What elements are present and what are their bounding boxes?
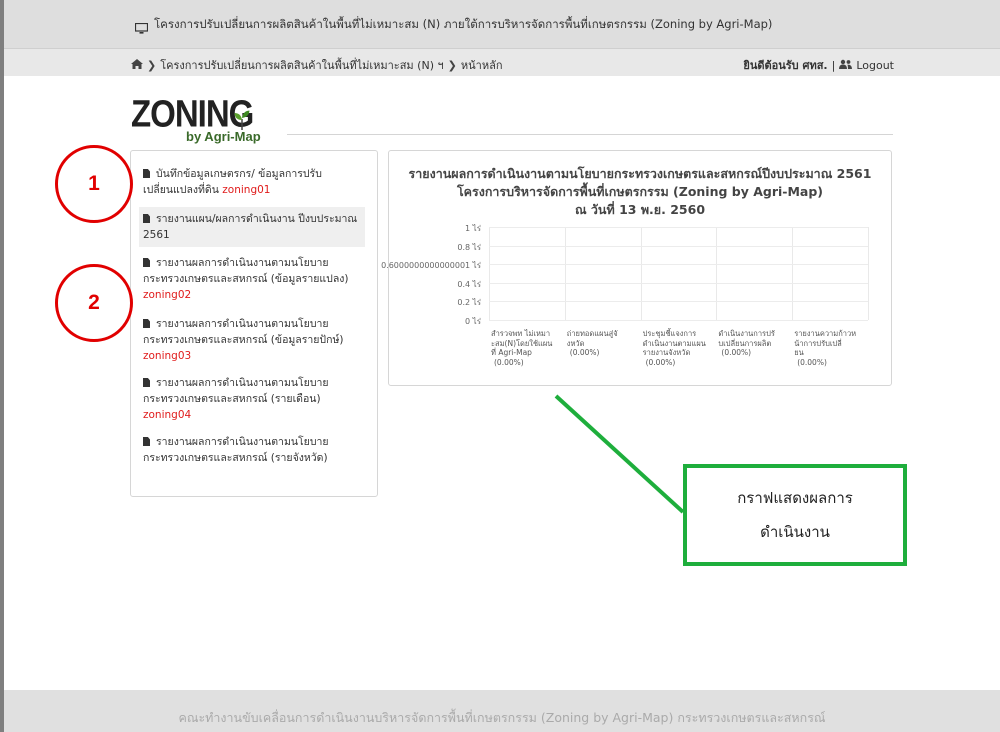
chart-callout-box: กราฟแสดงผลการ ดำเนินงาน <box>683 464 907 566</box>
users-icon <box>839 59 853 72</box>
callout-text-line-2: ดำเนินงาน <box>760 523 830 541</box>
chart-y-tick-label: 0.6000000000000001 ไร่ <box>381 261 481 271</box>
welcome-text: ยินดีต้อนรับ ศทส. <box>743 59 828 72</box>
breadcrumb-item-project[interactable]: โครงการปรับเปลี่ยนการผลิตสินค้าในพื้นที่… <box>160 56 443 74</box>
annotation-circle-2: 2 <box>55 264 133 342</box>
chart-grid-vertical <box>792 227 794 320</box>
chart-grid-vertical <box>868 227 869 320</box>
chart-grid-vertical <box>489 227 490 320</box>
sidebar-item-code: zoning03 <box>143 350 192 362</box>
top-header: โครงการปรับเปลี่ยนการผลิตสินค้าในพื้นที่… <box>4 0 1000 49</box>
nav-bar: ❯ โครงการปรับเปลี่ยนการผลิตสินค้าในพื้นท… <box>4 49 1000 76</box>
sidebar-item-label: รายงานผลการดำเนินงานตามนโยบายกระทรวงเกษต… <box>143 436 329 464</box>
chart-x-category-label: ประชุมชี้แจงการ ดำเนินงานตามแผน รายงานจังห… <box>642 329 706 367</box>
chart-grid-horizontal <box>489 301 868 303</box>
document-icon <box>143 258 150 267</box>
chart-y-tick-label: 0 ไร่ <box>465 317 481 326</box>
chart-panel: รายงานผลการดำเนินงานตามนโยบายกระทรวงเกษต… <box>381 150 892 386</box>
chart-title-line-3: ณ วันที่ 13 พ.ย. 2560 <box>574 202 706 217</box>
sidebar-menu: บันทึกข้อมูลเกษตรกร/ ข้อมูลการปรับเปลี่ย… <box>130 150 378 497</box>
document-icon <box>143 437 150 446</box>
monitor-icon <box>134 19 149 38</box>
chart-x-category-label: ถ่ายทอดแผนสู่จั งหวัด (0.00%) <box>566 329 618 357</box>
sidebar-item-code: zoning01 <box>222 184 271 196</box>
chart-y-tick-label: 1 ไร่ <box>465 224 481 233</box>
home-icon[interactable] <box>131 58 143 72</box>
chart-x-category-label: ดำเนินงานการปรั บเปลี่ยนการผลิต (0.00%) <box>718 329 775 357</box>
chevron-right-icon: ❯ <box>447 58 457 72</box>
document-icon <box>143 169 150 178</box>
chart-grid-vertical <box>564 227 566 320</box>
header-title: โครงการปรับเปลี่ยนการผลิตสินค้าในพื้นที่… <box>154 17 773 31</box>
logo-sub-text: by Agri-Map <box>186 129 261 144</box>
breadcrumb: ❯ โครงการปรับเปลี่ยนการผลิตสินค้าในพื้นท… <box>131 56 503 74</box>
footer-text: คณะทำงานขับเคลื่อนการดำเนินงานบริหารจัดก… <box>178 710 826 725</box>
sidebar-item-province-report[interactable]: รายงานผลการดำเนินงานตามนโยบายกระทรวงเกษต… <box>139 434 365 466</box>
document-icon <box>143 319 150 328</box>
callout-pointer-line <box>554 394 685 514</box>
sidebar-item-code: zoning04 <box>143 409 192 421</box>
user-divider: | <box>831 58 836 72</box>
sidebar-item-label: รายงานแผน/ผลการดำเนินงาน ปีงบประมาณ 2561 <box>143 213 358 241</box>
chart-y-tick-label: 0.8 ไร่ <box>457 242 481 252</box>
chart-title-line-2: โครงการบริหารจัดการพื้นที่เกษตรกรรม (Zon… <box>456 184 824 199</box>
sidebar-item-zoning01[interactable]: บันทึกข้อมูลเกษตรกร/ ข้อมูลการปรับเปลี่ย… <box>139 166 365 198</box>
chart-grid-vertical <box>716 227 718 320</box>
sidebar-item-label: รายงานผลการดำเนินงานตามนโยบายกระทรวงเกษต… <box>143 377 329 405</box>
zoning-logo: ZONING by Agri-Map <box>131 92 301 150</box>
chart-grid-horizontal <box>489 245 868 247</box>
logo-divider <box>287 134 893 135</box>
sidebar-item-plan-report[interactable]: รายงานแผน/ผลการดำเนินงาน ปีงบประมาณ 2561 <box>139 207 365 247</box>
user-area: ยินดีต้อนรับ ศทส. | Logout <box>743 56 894 74</box>
window-left-edge <box>0 0 4 732</box>
sidebar-item-code: zoning02 <box>143 289 192 301</box>
sidebar-item-zoning02[interactable]: รายงานผลการดำเนินงานตามนโยบายกระทรวงเกษต… <box>139 255 365 303</box>
chevron-right-icon: ❯ <box>147 58 157 72</box>
logout-link[interactable]: Logout <box>856 59 894 72</box>
chart-grid-horizontal <box>489 227 868 228</box>
breadcrumb-item-home[interactable]: หน้าหลัก <box>461 56 503 74</box>
document-icon <box>143 214 150 223</box>
chart-grid-horizontal <box>489 282 868 284</box>
callout-text-line-1: กราฟแสดงผลการ <box>737 489 853 507</box>
sidebar-item-zoning03[interactable]: รายงานผลการดำเนินงานตามนโยบายกระทรวงเกษต… <box>139 316 365 364</box>
chart-grid-vertical <box>640 227 642 320</box>
chart-grid-horizontal <box>489 264 868 266</box>
chart-grid-horizontal <box>489 320 868 321</box>
sidebar-item-label: รายงานผลการดำเนินงานตามนโยบายกระทรวงเกษต… <box>143 257 349 285</box>
annotation-circle-1: 1 <box>55 145 133 223</box>
sidebar-item-zoning04[interactable]: รายงานผลการดำเนินงานตามนโยบายกระทรวงเกษต… <box>139 375 365 423</box>
chart-x-category-label: สำรวจพท ไม่เหมา ะสม(N)โดยใช้แผน ที่ Agri-M… <box>491 329 553 367</box>
footer: คณะทำงานขับเคลื่อนการดำเนินงานบริหารจัดก… <box>4 690 1000 732</box>
chart-y-tick-label: 0.4 ไร่ <box>457 279 481 289</box>
chart-title-line-1: รายงานผลการดำเนินงานตามนโยบายกระทรวงเกษต… <box>408 166 872 181</box>
chart-y-tick-label: 0.2 ไร่ <box>457 298 481 308</box>
chart-x-category-label: รายงานความก้าวห น้าการปรับเปลี่ ยน (0.00%) <box>794 329 857 367</box>
document-icon <box>143 378 150 387</box>
sidebar-item-label: รายงานผลการดำเนินงานตามนโยบายกระทรวงเกษต… <box>143 318 344 346</box>
